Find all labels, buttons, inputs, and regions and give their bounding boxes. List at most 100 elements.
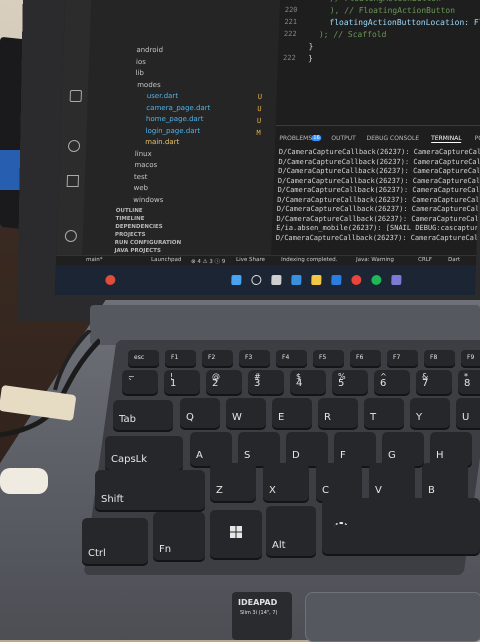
git-status-marker: U bbox=[257, 105, 262, 113]
key-f1[interactable]: F1 bbox=[165, 350, 196, 366]
key-esc[interactable]: esc bbox=[128, 350, 159, 366]
key-f9[interactable]: F9 bbox=[461, 350, 480, 366]
key-label: Fn bbox=[159, 544, 172, 555]
key-f5[interactable]: F5 bbox=[313, 350, 344, 366]
key-t[interactable]: T bbox=[364, 398, 404, 428]
key-3[interactable]: #3 bbox=[248, 370, 284, 394]
task-view-icon[interactable] bbox=[271, 275, 282, 285]
key-windows[interactable] bbox=[210, 510, 262, 558]
key-f6[interactable]: F6 bbox=[350, 350, 381, 366]
key-6[interactable]: ^ 6 bbox=[374, 370, 410, 394]
key-ctrl[interactable]: Ctrl bbox=[82, 518, 148, 564]
tab-ports[interactable]: PORTS bbox=[475, 135, 480, 142]
key-f7[interactable]: F7 bbox=[387, 350, 418, 366]
explorer-section[interactable]: DEPENDENCIES bbox=[115, 224, 163, 230]
problem-counts[interactable]: ⊗ 4 ⚠ 3 ⓘ 9 bbox=[191, 257, 226, 265]
explorer-section[interactable]: OUTLINE bbox=[116, 208, 143, 214]
key-q[interactable]: Q bbox=[180, 398, 220, 428]
key-b[interactable]: B bbox=[422, 463, 468, 501]
explorer-item[interactable]: android bbox=[136, 46, 163, 54]
java-status[interactable]: Java: Warning bbox=[356, 257, 394, 263]
files-icon[interactable] bbox=[69, 90, 83, 102]
start-icon[interactable] bbox=[231, 275, 242, 285]
key-1[interactable]: ! 1 bbox=[164, 370, 200, 394]
key-x[interactable]: X bbox=[263, 463, 309, 501]
branch-indicator[interactable]: main* bbox=[86, 257, 103, 263]
key-e[interactable]: E bbox=[272, 398, 312, 428]
key-alt[interactable]: Alt bbox=[266, 506, 316, 556]
explorer-section[interactable]: TIMELINE bbox=[115, 216, 144, 222]
explorer-section[interactable]: RUN CONFIGURATION bbox=[115, 240, 182, 246]
explorer-item[interactable]: modes bbox=[137, 81, 161, 89]
key-8[interactable]: * 8 bbox=[458, 370, 480, 394]
key-5[interactable]: % 5 bbox=[332, 370, 368, 394]
key-s[interactable]: S bbox=[238, 432, 280, 466]
source-control-icon[interactable] bbox=[66, 175, 80, 187]
key-capslock[interactable]: CapsLk bbox=[105, 436, 183, 470]
language-indicator[interactable]: Dart bbox=[448, 257, 460, 263]
tab-problems[interactable]: PROBLEMS bbox=[279, 135, 312, 142]
key-f[interactable]: F bbox=[334, 432, 376, 466]
key-y[interactable]: Y bbox=[410, 398, 450, 428]
key-0[interactable]: ~ ` bbox=[122, 370, 158, 394]
touchpad[interactable] bbox=[305, 592, 480, 642]
key-space[interactable] bbox=[322, 498, 480, 554]
vscode-icon[interactable] bbox=[331, 275, 342, 285]
key-w[interactable]: W bbox=[226, 398, 266, 428]
file-explorer-icon[interactable] bbox=[311, 275, 322, 285]
key-z[interactable]: Z bbox=[210, 463, 256, 501]
key-fn[interactable]: Fn bbox=[153, 512, 205, 560]
key-r[interactable]: R bbox=[318, 398, 358, 428]
explorer-item[interactable]: home_page.dart bbox=[146, 115, 204, 123]
weather-icon[interactable] bbox=[105, 275, 116, 285]
line-number: 221 bbox=[284, 18, 298, 26]
explorer-item[interactable]: camera_page.dart bbox=[146, 104, 210, 112]
explorer-item[interactable]: linux bbox=[135, 150, 152, 158]
git-status-marker: U bbox=[257, 93, 263, 101]
live-share-button[interactable]: Live Share bbox=[236, 257, 265, 263]
explorer-item[interactable]: ios bbox=[136, 58, 146, 66]
explorer-item[interactable]: main.dart bbox=[145, 138, 179, 146]
key-shift[interactable]: Shift bbox=[95, 470, 205, 510]
edge-icon[interactable] bbox=[291, 275, 302, 285]
explorer-item[interactable]: login_page.dart bbox=[145, 127, 200, 135]
key-a[interactable]: A bbox=[190, 432, 232, 466]
explorer-item[interactable]: web bbox=[133, 184, 148, 192]
key-tab[interactable]: Tab bbox=[113, 400, 173, 430]
explorer-section[interactable]: JAVA PROJECTS bbox=[114, 248, 161, 254]
launchpad-button[interactable]: Launchpad bbox=[151, 257, 181, 263]
spotify-icon[interactable] bbox=[371, 275, 382, 285]
key-c[interactable]: C bbox=[316, 463, 362, 501]
key-2[interactable]: @2 bbox=[206, 370, 242, 394]
key-label: F bbox=[340, 450, 346, 461]
app-icon[interactable] bbox=[391, 275, 402, 285]
chrome-icon[interactable] bbox=[351, 275, 362, 285]
key-d[interactable]: D bbox=[286, 432, 328, 466]
explorer-section[interactable]: PROJECTS bbox=[115, 232, 146, 238]
key-f3[interactable]: F3 bbox=[239, 350, 270, 366]
key-f8[interactable]: F8 bbox=[424, 350, 455, 366]
tab-output[interactable]: OUTPUT bbox=[331, 135, 356, 142]
key-f4[interactable]: F4 bbox=[276, 350, 307, 366]
key-g[interactable]: G bbox=[382, 432, 424, 466]
tab-debug-console[interactable]: DEBUG CONSOLE bbox=[366, 135, 419, 142]
key-v[interactable]: V bbox=[369, 463, 415, 501]
code-editor[interactable]: 219 // FloatingActionButton 220), // Float… bbox=[275, 0, 480, 125]
explorer-item[interactable]: test bbox=[134, 173, 148, 181]
tab-terminal[interactable]: TERMINAL bbox=[430, 135, 462, 143]
search-icon[interactable] bbox=[67, 140, 81, 152]
key-u[interactable]: U bbox=[456, 398, 480, 428]
line-number: 222 bbox=[283, 30, 297, 38]
key-4[interactable]: $4 bbox=[290, 370, 326, 394]
account-icon[interactable] bbox=[64, 230, 78, 242]
eol-indicator[interactable]: CRLF bbox=[418, 257, 432, 263]
explorer-item[interactable]: user.dart bbox=[147, 92, 178, 100]
key-h[interactable]: H bbox=[430, 432, 472, 466]
search-icon[interactable] bbox=[251, 275, 262, 285]
explorer-item[interactable]: macos bbox=[134, 161, 157, 169]
explorer-item[interactable]: windows bbox=[133, 196, 163, 204]
key-7[interactable]: & 7 bbox=[416, 370, 452, 394]
key-f2[interactable]: F2 bbox=[202, 350, 233, 366]
explorer-item[interactable]: lib bbox=[135, 69, 144, 77]
key-label: S bbox=[244, 450, 251, 461]
